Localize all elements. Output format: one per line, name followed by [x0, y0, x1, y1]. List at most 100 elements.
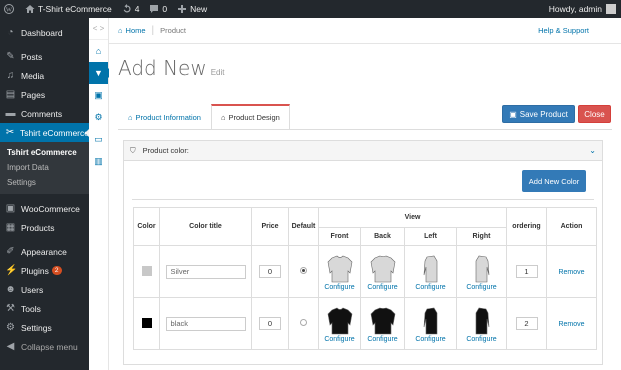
menu-item-plugins[interactable]: ⚡ Plugins 2 [0, 261, 89, 280]
configure-link[interactable]: Configure [457, 336, 506, 343]
color-swatch[interactable] [141, 317, 152, 328]
menu-item-products[interactable]: ▦ Products [0, 218, 89, 237]
menu-item-woocommerce[interactable]: ▣ WooCommerce [0, 199, 89, 218]
menu-label: Appearance [21, 246, 67, 257]
header-right: Right [456, 227, 507, 246]
configure-link[interactable]: Configure [457, 284, 506, 291]
hoodie-front-image [327, 255, 352, 282]
ordering-input[interactable]: 2 [515, 317, 538, 330]
comments-link[interactable]: 0 [144, 0, 172, 18]
table-row: black 0 Configure Configure Configure Con… [133, 297, 597, 350]
configure-link[interactable]: Configure [319, 284, 360, 291]
save-icon: ▣ [509, 109, 517, 119]
default-radio[interactable] [300, 319, 307, 326]
dashboard-icon: ◔ [7, 27, 14, 38]
configure-link[interactable]: Configure [319, 336, 360, 343]
remove-link[interactable]: Remove [558, 321, 584, 328]
my-account-link[interactable]: Howdy, admin [544, 0, 621, 18]
hoodie-left-image [423, 255, 437, 282]
collapse-menu-button[interactable]: ◀ Collapse menu [0, 337, 89, 356]
toggle-arrows-icon[interactable]: < > [89, 18, 108, 40]
home-icon[interactable]: ⌂ [89, 40, 108, 62]
menu-item-tools[interactable]: ⚒ Tools [0, 299, 89, 318]
help-support-link[interactable]: Help & Support [538, 26, 589, 35]
submenu-item-import-data[interactable]: Import Data [0, 160, 89, 175]
breadcrumb-home[interactable]: ⌂ Home [118, 26, 146, 35]
hoodie-right-image [475, 307, 489, 334]
submenu-item-settings[interactable]: Settings [0, 175, 89, 190]
color-title-input[interactable]: Silver [165, 264, 246, 279]
panel-heading: Product color: [142, 146, 189, 155]
configure-link[interactable]: Configure [405, 336, 456, 343]
menu-item-tshirt-ecommerce[interactable]: ✂ Tshirt eCommerce [0, 123, 90, 142]
comment-icon [150, 5, 159, 13]
plus-icon [178, 5, 187, 13]
save-product-button[interactable]: ▣ Save Product [502, 105, 575, 123]
chevron-down-icon[interactable]: ⌄ [589, 146, 596, 155]
submenu: Tshirt eCommerce Import Data Settings [0, 142, 89, 194]
menu-item-users[interactable]: ☻ Users [0, 280, 89, 299]
price-input[interactable]: 0 [259, 317, 281, 330]
panel-header[interactable]: ⛉ Product color: ⌄ [124, 141, 602, 161]
gear-icon[interactable]: ⚙ [89, 106, 108, 128]
default-radio[interactable] [300, 267, 307, 274]
color-swatch[interactable] [141, 265, 152, 276]
new-label: New [190, 4, 208, 14]
new-content-link[interactable]: New [172, 0, 212, 18]
site-name-link[interactable]: T-Shirt eCommerce [20, 0, 117, 18]
pages-icon: ▤ [5, 89, 16, 100]
hoodie-left-image [423, 307, 437, 334]
menu-label: Plugins [21, 265, 49, 276]
greeting-label: Howdy, admin [548, 4, 602, 14]
menu-label: Dashboard [21, 27, 63, 38]
view-cell-front: Configure [318, 245, 361, 298]
menu-item-posts[interactable]: ✎ Posts [0, 47, 89, 66]
menu-label: WooCommerce [21, 203, 80, 214]
menu-item-comments[interactable]: ▬ Comments [0, 104, 89, 123]
add-new-color-button[interactable]: Add New Color [522, 170, 586, 192]
menu-label: Settings [21, 322, 52, 333]
view-cell-back: Configure [360, 245, 405, 298]
menu-item-settings[interactable]: ⚙ Settings [0, 318, 89, 337]
chart-icon[interactable]: ▥ [89, 150, 108, 172]
menu-item-appearance[interactable]: ✐ Appearance [0, 242, 89, 261]
users-icon: ☻ [5, 284, 16, 295]
submenu-item-tshirt-ecommerce[interactable]: Tshirt eCommerce [0, 145, 89, 160]
menu-label: Pages [21, 89, 46, 100]
color-title-cell: black [159, 297, 252, 350]
action-cell: Remove [546, 245, 597, 298]
price-input[interactable]: 0 [259, 265, 281, 278]
tab-label: Product Design [228, 113, 280, 122]
configure-link[interactable]: Configure [405, 284, 456, 291]
collapse-icon: ◀ [6, 341, 15, 352]
menu-item-pages[interactable]: ▤ Pages [0, 85, 89, 104]
comments-icon: ▬ [5, 108, 16, 119]
menu-label: Users [21, 284, 44, 295]
gallery-icon[interactable]: ▭ [89, 128, 108, 150]
menu-item-dashboard[interactable]: ◔ Dashboard [0, 23, 89, 42]
close-button[interactable]: Close [578, 105, 611, 123]
admin-bar: W T-Shirt eCommerce 4 0 New Howdy, admin [0, 0, 621, 18]
color-title-input[interactable]: black [165, 316, 246, 331]
divider [132, 199, 594, 200]
remove-link[interactable]: Remove [558, 269, 584, 276]
header-action: Action [546, 207, 597, 246]
breadcrumb-current: Product [160, 26, 187, 35]
tab-product-information[interactable]: ⌂ Product Information [118, 104, 211, 130]
tab-product-design[interactable]: ⌂ Product Design [210, 104, 290, 130]
action-cell: Remove [546, 297, 597, 350]
tshirt-icon[interactable]: ▼ [89, 62, 113, 84]
ordering-input[interactable]: 1 [515, 265, 538, 278]
tshirt-icon: ⛉ [130, 145, 136, 155]
updates-link[interactable]: 4 [117, 0, 145, 18]
configure-link[interactable]: Configure [361, 284, 404, 291]
menu-item-media[interactable]: ♫ Media [0, 66, 89, 85]
updates-count: 4 [134, 4, 140, 14]
wordpress-logo-icon[interactable]: W [0, 0, 20, 18]
tab-divider [118, 129, 612, 130]
image-icon[interactable]: ▣ [89, 84, 108, 106]
configure-link[interactable]: Configure [361, 336, 404, 343]
breadcrumb-separator: | [151, 25, 155, 36]
menu-label: Tools [21, 303, 41, 314]
color-swatch-cell [133, 297, 160, 350]
